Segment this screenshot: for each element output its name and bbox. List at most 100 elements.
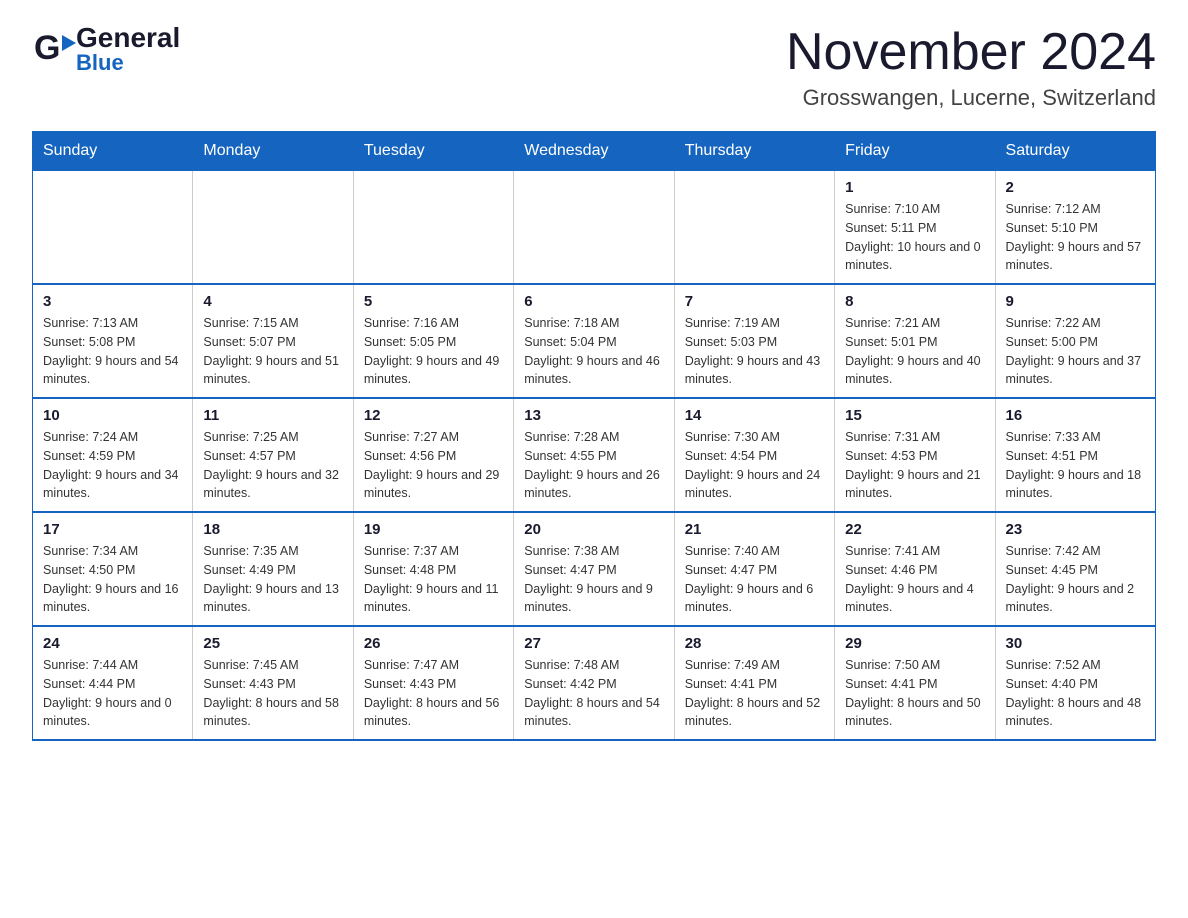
day-info: Sunrise: 7:41 AMSunset: 4:46 PMDaylight:… [845,542,984,617]
table-row: 22 Sunrise: 7:41 AMSunset: 4:46 PMDayligh… [835,512,995,626]
table-row: 30Sunrise: 7:52 AMSunset: 4:40 PMDayligh… [995,626,1155,740]
header-saturday: Saturday [995,132,1155,171]
day-number: 15 [845,407,984,424]
day-number: 2 [1006,179,1145,196]
table-row: 26 Sunrise: 7:47 AMSunset: 4:43 PMDayligh… [353,626,513,740]
table-row: 13 Sunrise: 7:28 AMSunset: 4:55 PMDayligh… [514,398,674,512]
day-info: Sunrise: 7:16 AMSunset: 5:05 PMDaylight:… [364,314,503,389]
day-number: 25 [203,635,342,652]
day-number: 18 [203,521,342,538]
table-row: 6 Sunrise: 7:18 AMSunset: 5:04 PMDaylight… [514,284,674,398]
day-info: Sunrise: 7:25 AMSunset: 4:57 PMDaylight:… [203,428,342,503]
table-row: 29Sunrise: 7:50 AMSunset: 4:41 PMDayligh… [835,626,995,740]
day-number: 6 [524,293,663,310]
day-number: 17 [43,521,182,538]
logo-name: General [76,24,180,52]
day-number: 8 [845,293,984,310]
table-row [193,171,353,285]
day-info: Sunrise: 7:19 AMSunset: 5:03 PMDaylight:… [685,314,824,389]
day-number: 16 [1006,407,1145,424]
day-info: Sunrise: 7:52 AMSunset: 4:40 PMDaylight:… [1006,656,1145,731]
day-info: Sunrise: 7:18 AMSunset: 5:04 PMDaylight:… [524,314,663,389]
day-number: 11 [203,407,342,424]
header-thursday: Thursday [674,132,834,171]
table-row: 16 Sunrise: 7:33 AMSunset: 4:51 PMDayligh… [995,398,1155,512]
day-info: Sunrise: 7:50 AMSunset: 4:41 PMDaylight:… [845,656,984,731]
day-info: Sunrise: 7:30 AMSunset: 4:54 PMDaylight:… [685,428,824,503]
table-row: 21 Sunrise: 7:40 AMSunset: 4:47 PMDayligh… [674,512,834,626]
header-tuesday: Tuesday [353,132,513,171]
table-row: 28Sunrise: 7:49 AMSunset: 4:41 PMDayligh… [674,626,834,740]
table-row: 3 Sunrise: 7:13 AMSunset: 5:08 PMDaylight… [33,284,193,398]
day-info: Sunrise: 7:34 AMSunset: 4:50 PMDaylight:… [43,542,182,617]
title-area: November 2024 Grosswangen, Lucerne, Swit… [786,24,1156,111]
day-number: 28 [685,635,824,652]
day-number: 4 [203,293,342,310]
calendar-week-row: 17 Sunrise: 7:34 AMSunset: 4:50 PMDayligh… [33,512,1156,626]
svg-text:G: G [34,29,60,67]
table-row: 17 Sunrise: 7:34 AMSunset: 4:50 PMDayligh… [33,512,193,626]
day-number: 19 [364,521,503,538]
weekday-header-row: Sunday Monday Tuesday Wednesday Thursday… [33,132,1156,171]
day-number: 3 [43,293,182,310]
day-number: 12 [364,407,503,424]
day-info: Sunrise: 7:12 AMSunset: 5:10 PMDaylight:… [1006,200,1145,275]
day-number: 9 [1006,293,1145,310]
table-row: 7 Sunrise: 7:19 AMSunset: 5:03 PMDaylight… [674,284,834,398]
day-info: Sunrise: 7:47 AMSunset: 4:43 PMDaylight:… [364,656,503,731]
header-sunday: Sunday [33,132,193,171]
calendar-week-row: 1 Sunrise: 7:10 AMSunset: 5:11 PMDaylight… [33,171,1156,285]
day-info: Sunrise: 7:38 AMSunset: 4:47 PMDaylight:… [524,542,663,617]
table-row: 11 Sunrise: 7:25 AMSunset: 4:57 PMDayligh… [193,398,353,512]
month-year-title: November 2024 [786,24,1156,81]
day-info: Sunrise: 7:21 AMSunset: 5:01 PMDaylight:… [845,314,984,389]
day-number: 7 [685,293,824,310]
day-info: Sunrise: 7:45 AMSunset: 4:43 PMDaylight:… [203,656,342,731]
day-number: 22 [845,521,984,538]
day-number: 20 [524,521,663,538]
table-row: 23Sunrise: 7:42 AMSunset: 4:45 PMDayligh… [995,512,1155,626]
header-wednesday: Wednesday [514,132,674,171]
day-number: 26 [364,635,503,652]
day-info: Sunrise: 7:40 AMSunset: 4:47 PMDaylight:… [685,542,824,617]
day-info: Sunrise: 7:24 AMSunset: 4:59 PMDaylight:… [43,428,182,503]
day-info: Sunrise: 7:37 AMSunset: 4:48 PMDaylight:… [364,542,503,617]
day-info: Sunrise: 7:28 AMSunset: 4:55 PMDaylight:… [524,428,663,503]
table-row: 4 Sunrise: 7:15 AMSunset: 5:07 PMDaylight… [193,284,353,398]
header-monday: Monday [193,132,353,171]
table-row: 14 Sunrise: 7:30 AMSunset: 4:54 PMDayligh… [674,398,834,512]
day-info: Sunrise: 7:48 AMSunset: 4:42 PMDaylight:… [524,656,663,731]
day-number: 1 [845,179,984,196]
day-number: 13 [524,407,663,424]
table-row: 19 Sunrise: 7:37 AMSunset: 4:48 PMDayligh… [353,512,513,626]
table-row: 9Sunrise: 7:22 AMSunset: 5:00 PMDaylight… [995,284,1155,398]
table-row: 15Sunrise: 7:31 AMSunset: 4:53 PMDayligh… [835,398,995,512]
day-info: Sunrise: 7:44 AMSunset: 4:44 PMDaylight:… [43,656,182,731]
day-number: 23 [1006,521,1145,538]
table-row: 27 Sunrise: 7:48 AMSunset: 4:42 PMDayligh… [514,626,674,740]
table-row: 2 Sunrise: 7:12 AMSunset: 5:10 PMDaylight… [995,171,1155,285]
table-row [353,171,513,285]
day-info: Sunrise: 7:15 AMSunset: 5:07 PMDaylight:… [203,314,342,389]
table-row [33,171,193,285]
day-number: 21 [685,521,824,538]
table-row [674,171,834,285]
day-number: 24 [43,635,182,652]
day-info: Sunrise: 7:10 AMSunset: 5:11 PMDaylight:… [845,200,984,275]
table-row: 10 Sunrise: 7:24 AMSunset: 4:59 PMDayligh… [33,398,193,512]
day-info: Sunrise: 7:27 AMSunset: 4:56 PMDaylight:… [364,428,503,503]
day-number: 27 [524,635,663,652]
logo: G General Blue [32,24,180,74]
day-number: 5 [364,293,503,310]
table-row: 24 Sunrise: 7:44 AMSunset: 4:44 PMDayligh… [33,626,193,740]
calendar-week-row: 24 Sunrise: 7:44 AMSunset: 4:44 PMDayligh… [33,626,1156,740]
day-number: 10 [43,407,182,424]
table-row: 12 Sunrise: 7:27 AMSunset: 4:56 PMDayligh… [353,398,513,512]
location-subtitle: Grosswangen, Lucerne, Switzerland [786,85,1156,111]
table-row: 20 Sunrise: 7:38 AMSunset: 4:47 PMDayligh… [514,512,674,626]
table-row: 8 Sunrise: 7:21 AMSunset: 5:01 PMDaylight… [835,284,995,398]
day-info: Sunrise: 7:33 AMSunset: 4:51 PMDaylight:… [1006,428,1145,503]
day-info: Sunrise: 7:35 AMSunset: 4:49 PMDaylight:… [203,542,342,617]
day-number: 14 [685,407,824,424]
day-info: Sunrise: 7:13 AMSunset: 5:08 PMDaylight:… [43,314,182,389]
